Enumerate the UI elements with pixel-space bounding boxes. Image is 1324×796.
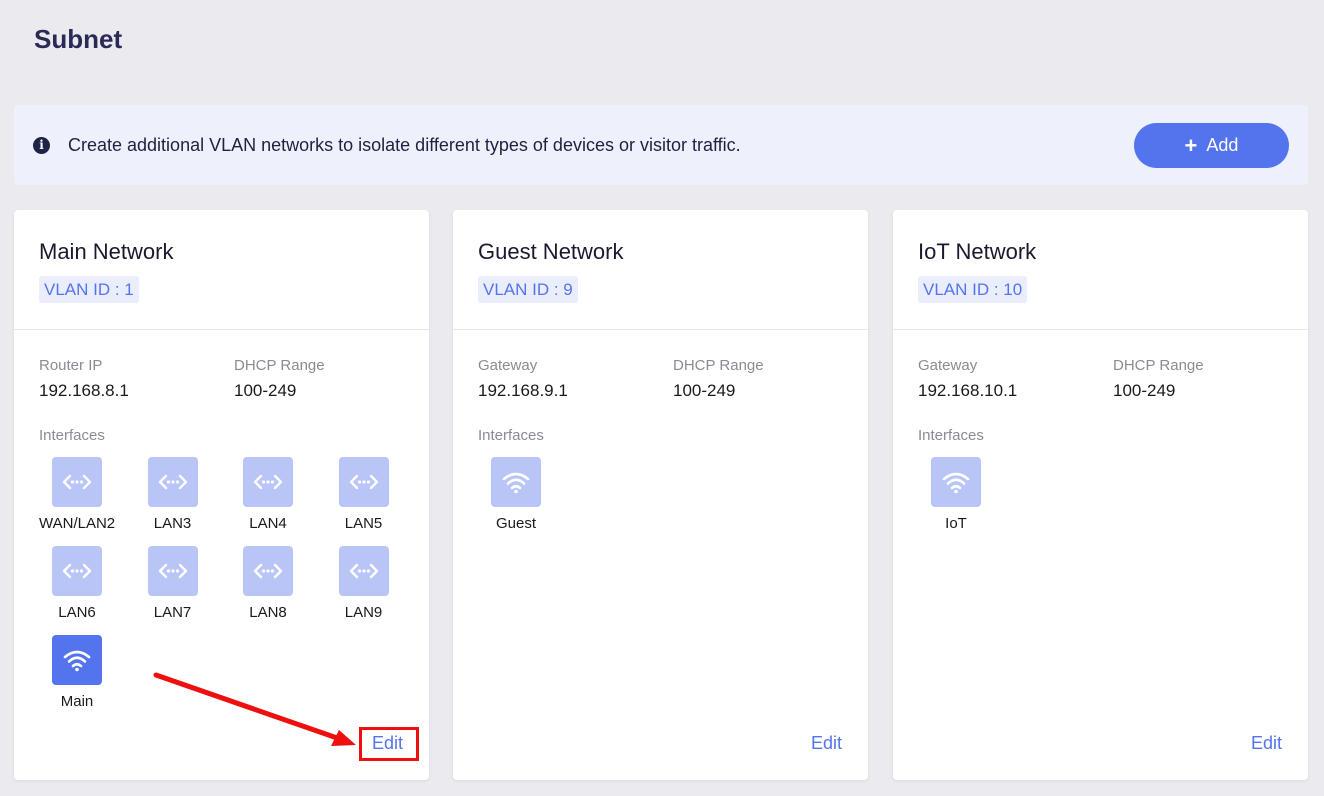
interface-item: WAN/LAN2 — [39, 457, 115, 537]
gateway-value: 192.168.9.1 — [478, 381, 568, 400]
add-button[interactable]: + Add — [1134, 123, 1289, 168]
card-title: Guest Network — [478, 239, 624, 264]
interface-item: LAN9 — [326, 546, 402, 626]
interface-item: LAN6 — [39, 546, 115, 626]
interface-label: LAN8 — [249, 604, 287, 621]
interface-item: LAN5 — [326, 457, 402, 537]
vlan-badge: VLAN ID : 1 — [39, 276, 139, 303]
interface-item: LAN3 — [135, 457, 211, 537]
dhcp-range-value: 100-249 — [234, 381, 297, 400]
router-ip-value: 192.168.8.1 — [39, 381, 129, 400]
gateway-value: 192.168.10.1 — [918, 381, 1018, 400]
interface-item: LAN7 — [135, 546, 211, 626]
ethernet-icon — [243, 546, 293, 596]
ethernet-icon — [338, 546, 389, 596]
dhcp-range-label: DHCP Range — [1113, 357, 1204, 374]
card-title: IoT Network — [918, 239, 1037, 264]
card-guest-network: Guest Network VLAN ID : 9 Gateway 192.16… — [453, 210, 868, 780]
info-text: Create additional VLAN networks to isola… — [68, 135, 741, 155]
ethernet-icon — [52, 457, 102, 507]
interfaces-label: Interfaces — [918, 427, 984, 444]
card-main-network: Main Network VLAN ID : 1 Router IP 192.1… — [14, 210, 429, 780]
interfaces-label: Interfaces — [478, 427, 544, 444]
interface-item: LAN8 — [230, 546, 306, 626]
interface-label: LAN4 — [249, 515, 287, 532]
interface-item: Main — [39, 635, 115, 715]
interface-item: IoT — [918, 457, 994, 537]
interface-label: Main — [60, 693, 94, 710]
interface-item: Guest — [478, 457, 554, 537]
info-icon: i — [33, 137, 50, 154]
page-title: Subnet — [34, 24, 123, 54]
ethernet-icon — [52, 546, 102, 596]
annotation-highlight-box — [359, 727, 419, 761]
wifi-icon — [931, 457, 981, 507]
card-iot-network: IoT Network VLAN ID : 10 Gateway 192.168… — [893, 210, 1308, 780]
gateway-label: Gateway — [918, 357, 978, 374]
vlan-badge: VLAN ID : 9 — [478, 276, 578, 303]
interface-label: LAN5 — [344, 515, 383, 532]
interface-label: LAN6 — [58, 604, 96, 621]
info-banner: i Create additional VLAN networks to iso… — [14, 105, 1308, 185]
interface-label: LAN9 — [344, 604, 383, 621]
interface-label: Guest — [495, 515, 537, 532]
card-header: Main Network VLAN ID : 1 — [14, 210, 429, 330]
interface-item: LAN4 — [230, 457, 306, 537]
router-ip-label: Router IP — [39, 357, 103, 374]
card-header: IoT Network VLAN ID : 10 — [893, 210, 1308, 330]
plus-icon: + — [1184, 132, 1198, 158]
card-header: Guest Network VLAN ID : 9 — [453, 210, 868, 330]
gateway-label: Gateway — [478, 357, 538, 374]
add-button-label: Add — [1206, 135, 1239, 155]
dhcp-range-value: 100-249 — [673, 381, 736, 400]
edit-link[interactable]: Edit — [811, 733, 842, 754]
ethernet-icon — [147, 546, 198, 596]
edit-link[interactable]: Edit — [1251, 733, 1282, 754]
wifi-icon — [491, 457, 541, 507]
interface-label: LAN3 — [153, 515, 192, 532]
interfaces-label: Interfaces — [39, 427, 105, 444]
ethernet-icon — [338, 457, 389, 507]
dhcp-range-label: DHCP Range — [673, 357, 764, 374]
wifi-icon — [52, 635, 102, 685]
dhcp-range-label: DHCP Range — [234, 357, 325, 374]
dhcp-range-value: 100-249 — [1113, 381, 1176, 400]
ethernet-icon — [243, 457, 293, 507]
interface-label: WAN/LAN2 — [39, 515, 116, 532]
card-title: Main Network — [39, 239, 174, 264]
interface-label: IoT — [945, 515, 967, 532]
vlan-badge: VLAN ID : 10 — [918, 276, 1028, 303]
interface-label: LAN7 — [153, 604, 192, 621]
ethernet-icon — [147, 457, 198, 507]
